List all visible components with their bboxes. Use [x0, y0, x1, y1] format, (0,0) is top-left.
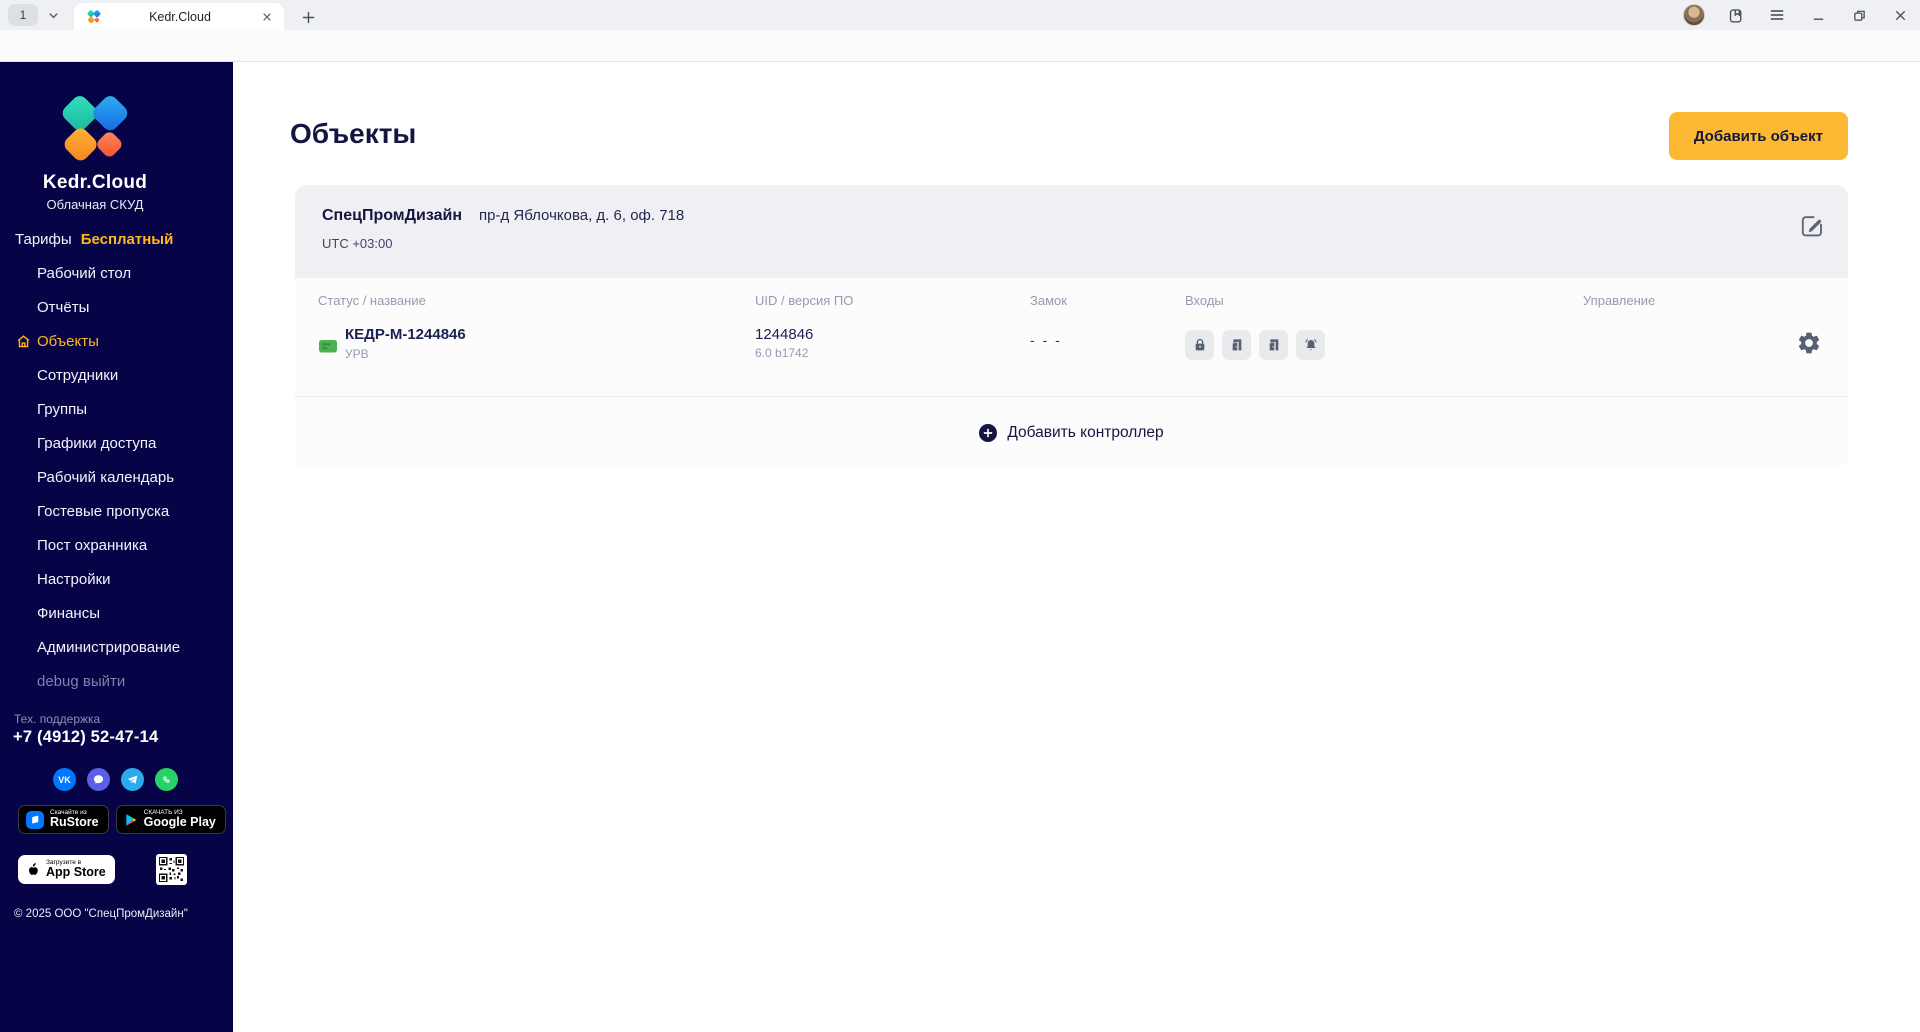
entry-buttons	[1185, 330, 1325, 360]
object-timezone: UTC +03:00	[322, 236, 393, 251]
edit-object-button[interactable]	[1799, 213, 1825, 239]
social-links: VK	[53, 768, 178, 791]
whatsapp-icon[interactable]	[155, 768, 178, 791]
col-management: Управление	[1583, 293, 1656, 308]
google-play-icon	[125, 813, 136, 826]
add-controller-button[interactable]: Добавить контроллер	[295, 397, 1848, 468]
controller-type: УРВ	[345, 347, 369, 361]
browser-tab-active[interactable]: Kedr.Cloud	[74, 3, 284, 30]
app-logo[interactable]: Kedr.Cloud Облачная СКУД	[0, 90, 190, 212]
object-address: пр-д Яблочкова, д. 6, оф. 718	[479, 207, 685, 224]
tariff-value-badge: Бесплатный	[80, 230, 174, 248]
sidebar-item-employees[interactable]: Сотрудники	[0, 358, 233, 392]
entry-door-1-button[interactable]	[1222, 330, 1251, 360]
lock-icon	[1195, 338, 1204, 351]
controller-name-link[interactable]: КЕДР-М-1244846	[345, 326, 466, 343]
app-sidebar: Kedr.Cloud Облачная СКУД Тарифы Бесплатн…	[0, 62, 233, 1032]
sidebar-item-administration[interactable]: Администрирование	[0, 630, 233, 664]
bell-icon	[1304, 339, 1317, 351]
qr-code	[155, 854, 187, 885]
telegram-icon[interactable]	[121, 768, 144, 791]
object-card: СпецПромДизайн пр-д Яблочкова, д. 6, оф.…	[295, 185, 1848, 468]
plus-circle-icon	[979, 423, 998, 442]
browser-window: 1 Kedr.Cloud Kedr.Cloud Облачная СКУД Та…	[0, 0, 1920, 1032]
main-content: Объекты Добавить объект СпецПромДизайн п…	[233, 62, 1920, 1032]
app-store-badge[interactable]: Загрузите в App Store	[18, 855, 115, 884]
window-restore-button[interactable]	[1849, 5, 1869, 25]
col-entries: Входы	[1185, 293, 1224, 308]
support-label: Тех. поддержка	[14, 712, 101, 726]
add-object-button[interactable]: Добавить объект	[1668, 112, 1848, 160]
house-icon	[17, 334, 30, 347]
messenger-icon[interactable]	[87, 768, 110, 791]
door-icon	[1232, 339, 1241, 351]
sidebar-item-settings[interactable]: Настройки	[0, 562, 233, 596]
vk-icon[interactable]: VK	[53, 768, 76, 791]
apple-icon	[29, 863, 38, 875]
tab-close-icon[interactable]	[258, 8, 276, 26]
sidebar-item-debug-logout[interactable]: debug выйти	[0, 664, 233, 698]
kedr-favicon-icon	[87, 9, 101, 23]
sidebar-item-finance[interactable]: Финансы	[0, 596, 233, 630]
sidebar-menu: Тарифы Бесплатный Рабочий стол Отчёты Об…	[0, 222, 233, 698]
sidebar-item-guard-post[interactable]: Пост охранника	[0, 528, 233, 562]
browser-toolbar: Я kedr.cloud Kedr.Cloud Спроси	[0, 30, 1920, 89]
controllers-table: Статус / название UID / версия ПО Замок …	[295, 278, 1848, 468]
page-title: Объекты	[290, 118, 417, 149]
tariff-label: Тарифы	[15, 230, 72, 248]
col-lock: Замок	[1030, 293, 1067, 308]
sidebar-item-guest-passes[interactable]: Гостевые пропуска	[0, 494, 233, 528]
edit-pencil-icon	[1801, 216, 1822, 237]
entry-alarm-button[interactable]	[1296, 330, 1325, 360]
entry-lock-button[interactable]	[1185, 330, 1214, 360]
sidebar-item-access-schedules[interactable]: Графики доступа	[0, 426, 233, 460]
lock-status: - - -	[1030, 332, 1062, 348]
logo-title: Kedr.Cloud	[42, 172, 148, 193]
sidebar-item-reports[interactable]: Отчёты	[0, 290, 233, 324]
tab-list-chevron-icon[interactable]	[42, 4, 64, 26]
logo-subtitle: Облачная СКУД	[46, 197, 144, 212]
rustore-badge[interactable]: Скачайте из RuStore	[18, 805, 109, 834]
rustore-logo-icon	[26, 810, 44, 829]
controller-uid: 1244846	[755, 326, 814, 343]
sidebar-item-work-calendar[interactable]: Рабочий календарь	[0, 460, 233, 494]
controller-status-online-icon	[319, 340, 337, 353]
controller-firmware: 6.0 b1742	[755, 346, 809, 360]
col-uid-firmware: UID / версия ПО	[755, 293, 854, 308]
controller-settings-button[interactable]	[1796, 330, 1822, 356]
tab-counter[interactable]: 1	[8, 4, 38, 26]
object-card-header: СпецПромДизайн пр-д Яблочкова, д. 6, оф.…	[295, 185, 1848, 278]
browser-tabbar: 1 Kedr.Cloud	[0, 0, 1920, 30]
side-panels-icon[interactable]	[1726, 5, 1746, 25]
entry-door-2-button[interactable]	[1259, 330, 1288, 360]
copyright: © 2025 ООО "СпецПромДизайн"	[14, 908, 188, 920]
door-icon	[1269, 339, 1278, 351]
browser-profile-avatar[interactable]	[1683, 4, 1705, 26]
new-tab-button[interactable]	[296, 5, 320, 29]
tab-title: Kedr.Cloud	[149, 9, 211, 24]
object-name: СпецПромДизайн	[322, 207, 462, 224]
support-phone[interactable]: +7 (4912) 52-47-14	[13, 728, 158, 747]
sidebar-item-groups[interactable]: Группы	[0, 392, 233, 426]
sidebar-item-desktop[interactable]: Рабочий стол	[0, 256, 233, 290]
window-minimize-button[interactable]	[1808, 5, 1828, 25]
col-status-name: Статус / название	[318, 293, 426, 308]
sidebar-item-objects[interactable]: Объекты	[0, 324, 233, 358]
sidebar-item-tariffs[interactable]: Тарифы Бесплатный	[0, 222, 233, 256]
window-close-button[interactable]	[1890, 5, 1910, 25]
google-play-badge[interactable]: СКАЧАТЬ ИЗ Google Play	[115, 805, 226, 834]
gear-icon	[1798, 332, 1820, 354]
kedr-logo-icon	[62, 96, 128, 161]
browser-menu-icon[interactable]	[1767, 5, 1787, 25]
